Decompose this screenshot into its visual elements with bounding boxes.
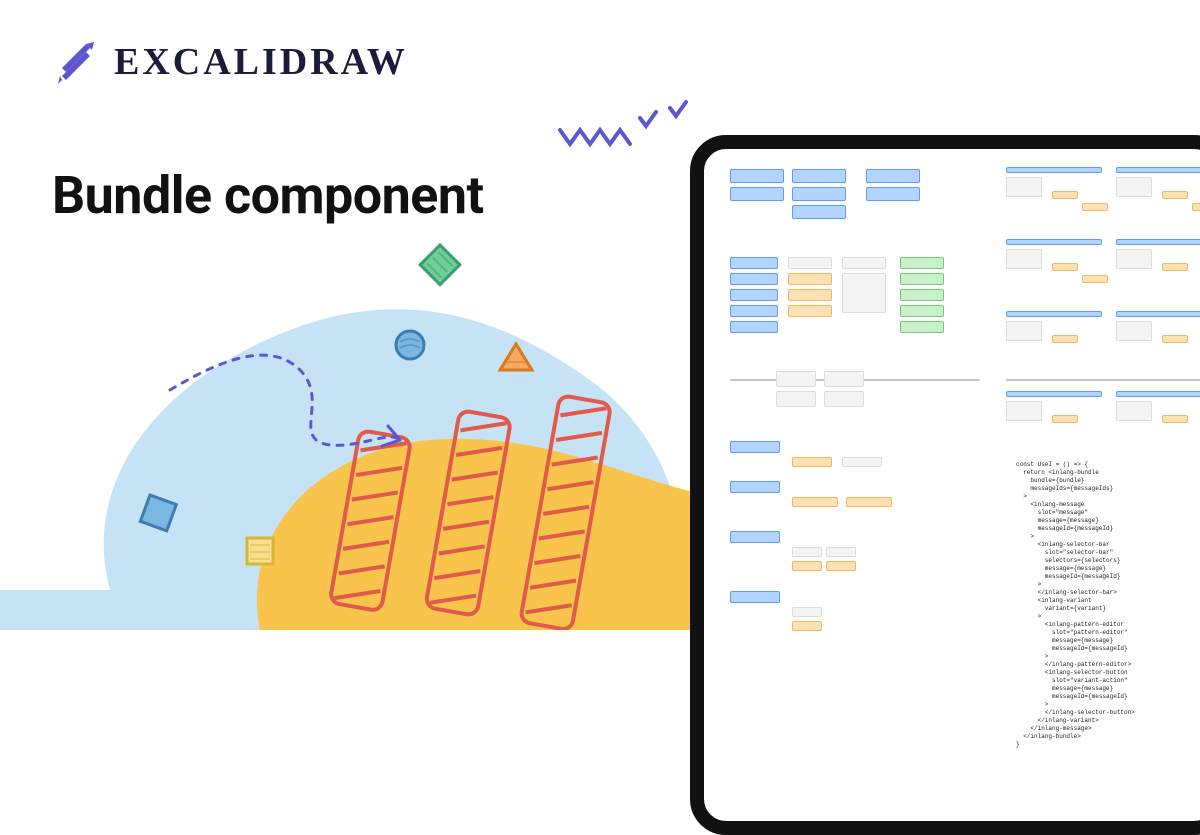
mini-box [866,187,920,201]
mini-box [1006,401,1042,421]
mini-box [792,205,846,219]
mini-box [842,273,886,313]
mini-box [826,547,856,557]
mini-box [1116,249,1152,269]
mini-box [776,391,816,407]
mini-header [1006,391,1102,397]
mini-header [1006,167,1102,173]
code-snippet: const UseI = () => { return <inlang-bund… [1016,461,1200,749]
mini-box [792,169,846,183]
mini-box [730,273,778,285]
mini-box [792,187,846,201]
mini-box [900,321,944,333]
mini-box [1052,415,1078,423]
mini-header [1116,239,1200,245]
mini-box [1006,177,1042,197]
mini-header [1006,239,1102,245]
mini-box [792,497,838,507]
mini-box [1162,335,1188,343]
tablet-preview: const UseI = () => { return <inlang-bund… [690,135,1200,835]
mini-box [1052,263,1078,271]
mini-box [788,305,832,317]
mini-box [792,607,822,617]
mini-box [1082,203,1108,211]
mini-box [1116,401,1152,421]
mini-box [900,273,944,285]
mini-box [730,305,778,317]
mini-box [866,169,920,183]
mini-box [792,457,832,467]
mini-box [730,531,780,543]
circle-blue-icon [396,331,424,359]
mini-box [1052,335,1078,343]
mini-box [842,257,886,269]
mini-box [1052,191,1078,199]
mini-box [792,561,822,571]
mini-box [730,187,784,201]
mini-box [776,371,816,387]
mini-box [846,497,892,507]
mini-box [730,481,780,493]
dashed-arrow-icon [170,355,400,446]
mini-box [730,321,778,333]
mini-box [1082,275,1108,283]
square-yellow-icon [247,538,273,564]
mini-box [730,257,778,269]
mini-box [730,441,780,453]
page-title: Bundle component [52,165,484,226]
mini-box [792,547,822,557]
mini-header [1116,167,1200,173]
mini-box [900,305,944,317]
mini-box [1116,321,1152,341]
brand-name: EXCALIDRAW [114,40,408,84]
mini-box [1192,203,1200,211]
zigzag-purple-icon [560,130,630,144]
mini-box [826,561,856,571]
divider [1006,379,1200,381]
checkmarks-purple-icon [640,102,686,126]
mini-box [730,169,784,183]
mini-box [788,273,832,285]
mini-box [1162,191,1188,199]
mini-box [900,289,944,301]
logo-mark-icon [52,38,100,86]
square-blue-icon [140,495,176,531]
mini-header [1006,311,1102,317]
mini-box [788,289,832,301]
mini-box [1006,249,1042,269]
triangle-orange-icon [500,344,532,370]
mini-box [824,371,864,387]
mini-box [1162,415,1188,423]
mini-header [1116,311,1200,317]
mini-box [900,257,944,269]
mini-box [1006,321,1042,341]
brand-logo: EXCALIDRAW [52,38,408,86]
mini-box [1116,177,1152,197]
mini-header [1116,391,1200,397]
mini-box [842,457,882,467]
mini-box [1162,263,1188,271]
whiteboard-canvas: const UseI = () => { return <inlang-bund… [716,161,1200,809]
mini-box [824,391,864,407]
mini-box [730,591,780,603]
mini-box [730,289,778,301]
mini-box [788,257,832,269]
diamond-green-icon [420,245,460,285]
